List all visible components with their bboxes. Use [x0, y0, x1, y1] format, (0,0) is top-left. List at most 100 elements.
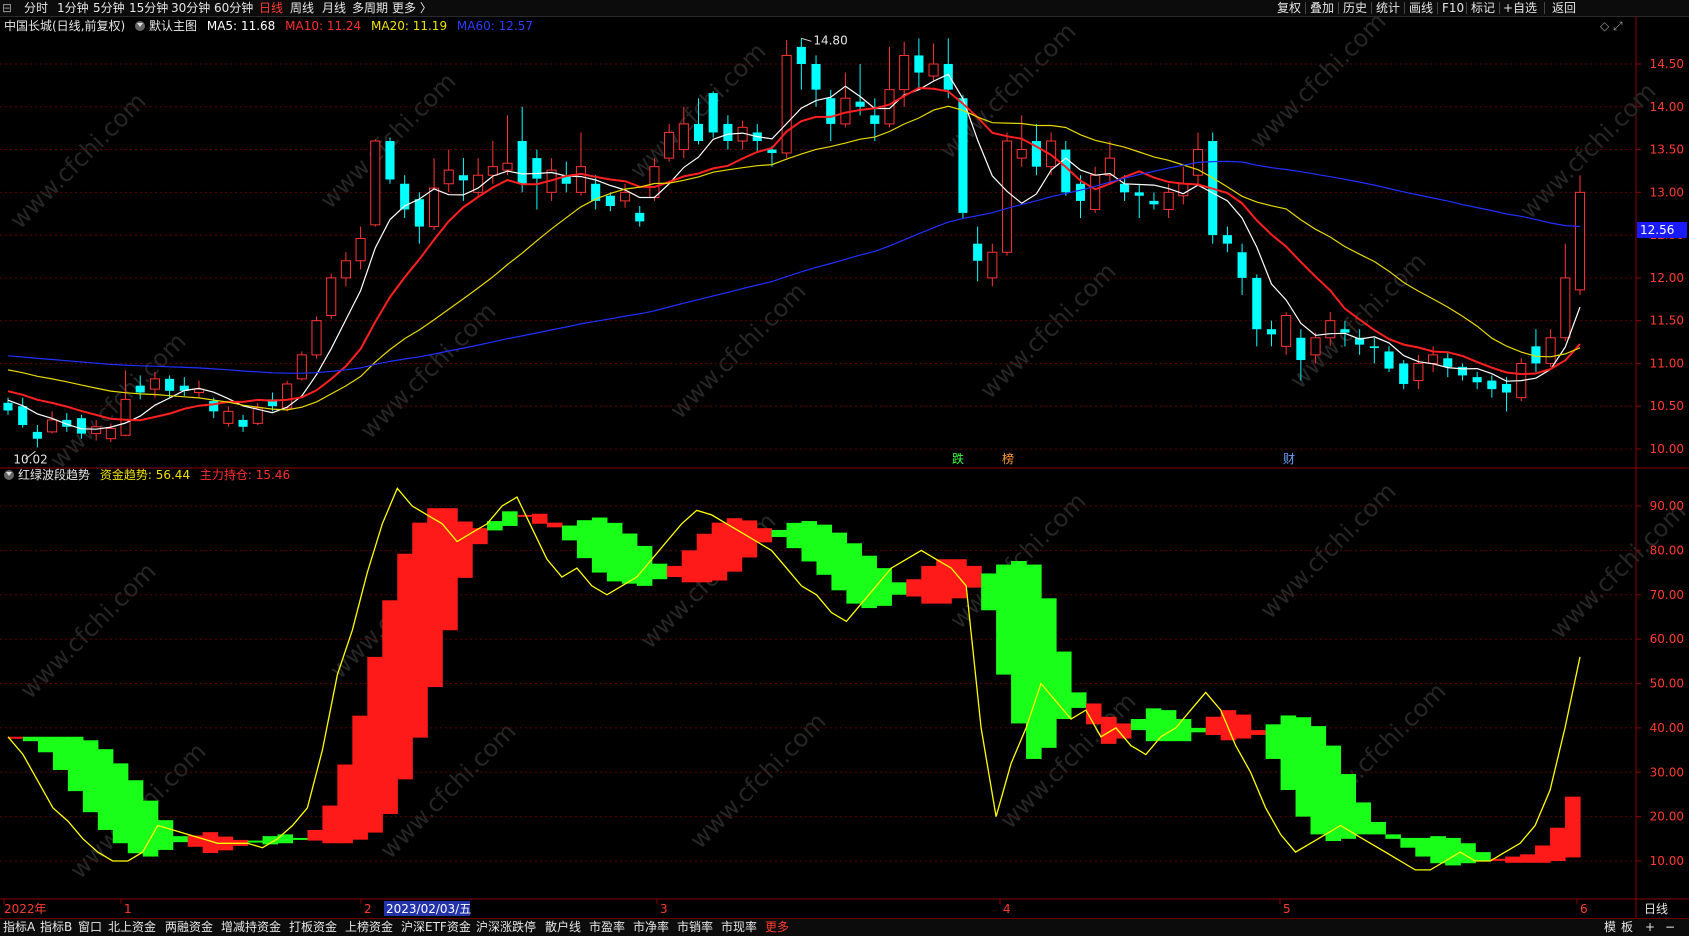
tab-list-funds[interactable]: 上榜资金 [345, 919, 393, 936]
trend-band-segment [981, 573, 997, 611]
trend-band-segment [52, 736, 69, 771]
candle-body [1325, 320, 1336, 339]
trend-band-segment [876, 568, 892, 606]
low-price-label: 10.02 [13, 452, 47, 466]
trend-band-segment [427, 508, 443, 688]
panel-icons[interactable]: ◇ ⤢ [1600, 19, 1623, 33]
trend-band-segment [172, 836, 189, 843]
candle-body [855, 101, 865, 107]
tab-indicator-a[interactable]: 指标A [3, 919, 35, 936]
trend-band-segment [1160, 710, 1177, 742]
main-chart-label[interactable]: 默认主图 [149, 19, 197, 33]
trend-band-segment [1295, 717, 1312, 817]
time-axis-label: 6 [1580, 902, 1588, 916]
trend-band-segment [636, 545, 653, 586]
tab-pb[interactable]: 市净率 [633, 919, 669, 936]
candle-body [1163, 191, 1174, 210]
trend-band-segment [651, 563, 668, 580]
candle-body [649, 166, 660, 198]
trend-band-segment [711, 522, 728, 581]
trend-band-segment [67, 736, 84, 792]
tab-etf-funds[interactable]: 沪深ETF资金 [401, 919, 471, 936]
trend-band-segment [277, 834, 294, 844]
candle-body [1545, 337, 1556, 364]
tab-indicator-b[interactable]: 指标B [40, 919, 72, 936]
trend-band-segment [397, 553, 413, 780]
candle-body [1120, 183, 1130, 193]
indicator-tick-label: 20.00 [1650, 810, 1684, 824]
candle-body [1413, 362, 1424, 382]
candle-body [708, 93, 718, 133]
sub-legend: 红绿波段趋势 资金趋势: 56.44 主力持仓: 15.46 [4, 468, 290, 482]
candle-body [1472, 377, 1482, 383]
layout-mode-1[interactable]: 模 [1604, 919, 1616, 936]
candle-body [1252, 277, 1262, 330]
trend-band-segment [831, 532, 847, 591]
trend-band-segment [532, 513, 548, 524]
candle-body [76, 418, 87, 434]
tab-pe[interactable]: 市盈率 [589, 919, 625, 936]
last-price-tag-text: 12.56 [1640, 223, 1674, 237]
candle-body [635, 212, 645, 222]
price-tick-label: 10.50 [1650, 399, 1684, 413]
watermark-text: www.cfchi.com [1244, 7, 1391, 154]
trend-band-segment [457, 521, 473, 578]
watermark-text: www.cfchi.com [44, 327, 191, 474]
tab-ps[interactable]: 市销率 [677, 919, 713, 936]
watermark-text: www.cfchi.com [14, 557, 161, 704]
candle-body [105, 427, 116, 440]
trend-band-segment [786, 522, 803, 549]
trend-band-segment [37, 736, 54, 753]
tab-holdings-change[interactable]: 增减持资金 [221, 919, 281, 936]
trend-band-segment [487, 521, 503, 531]
trend-band-segment [1310, 726, 1327, 835]
trend-band-segment [951, 559, 967, 599]
indicator-name[interactable]: 红绿波段趋势 [18, 468, 90, 482]
candle-body [414, 199, 424, 227]
trend-band-segment [846, 543, 862, 604]
watermark-text: www.cfchi.com [974, 257, 1121, 404]
candle-body [502, 162, 513, 171]
candle-body [693, 123, 704, 141]
tab-margin[interactable]: 两融资金 [165, 919, 213, 936]
zoom-out-button[interactable]: − [1665, 919, 1675, 936]
high-price-label: 14.80 [813, 33, 847, 47]
candle-body [767, 149, 777, 153]
trend-band-segment [1026, 564, 1042, 759]
layout-mode-2[interactable]: 板 [1621, 919, 1633, 936]
trend-band-segment [1430, 836, 1446, 864]
tab-window[interactable]: 窗口 [78, 919, 102, 936]
candle-body [1296, 337, 1306, 361]
trend-band-segment [891, 582, 907, 595]
tab-limit-stats[interactable]: 沪深涨跌停 [476, 919, 536, 936]
stock-title[interactable]: 中国长城(日线,前复权) [4, 19, 125, 33]
candle-body [943, 64, 953, 90]
candle-body [370, 140, 381, 226]
price-tick-label: 11.50 [1650, 314, 1684, 328]
tab-pcf[interactable]: 市现率 [721, 919, 757, 936]
dropdown-circle-icon[interactable] [135, 21, 146, 31]
price-tick-label: 14.00 [1650, 100, 1684, 114]
zoom-in-button[interactable]: + [1645, 919, 1655, 936]
tab-northbound[interactable]: 北上资金 [108, 919, 156, 936]
period-label: 日线 [1644, 902, 1668, 916]
indicator-tick-label: 60.00 [1650, 632, 1684, 646]
candle-body [458, 175, 468, 181]
trend-band-segment [921, 565, 937, 604]
candle-body [1266, 329, 1277, 335]
tab-retail-line[interactable]: 散户线 [545, 919, 581, 936]
dropdown-circle-icon[interactable] [4, 470, 14, 480]
tab-more-indicators[interactable]: 更多 [765, 919, 789, 936]
tab-limit-up-funds[interactable]: 打板资金 [289, 919, 337, 936]
candle-body [987, 251, 998, 279]
price-tick-label: 13.50 [1650, 143, 1684, 157]
trend-band-segment [681, 550, 698, 583]
trend-band-segment [1070, 692, 1087, 708]
trend-band-segment [1550, 827, 1566, 861]
trend-band-segment [1205, 716, 1222, 735]
candle-body [517, 141, 527, 184]
trend-band-segment [1475, 852, 1491, 861]
candle-body [1384, 351, 1394, 369]
trend-band-segment [247, 840, 264, 843]
candle-body [47, 419, 58, 433]
